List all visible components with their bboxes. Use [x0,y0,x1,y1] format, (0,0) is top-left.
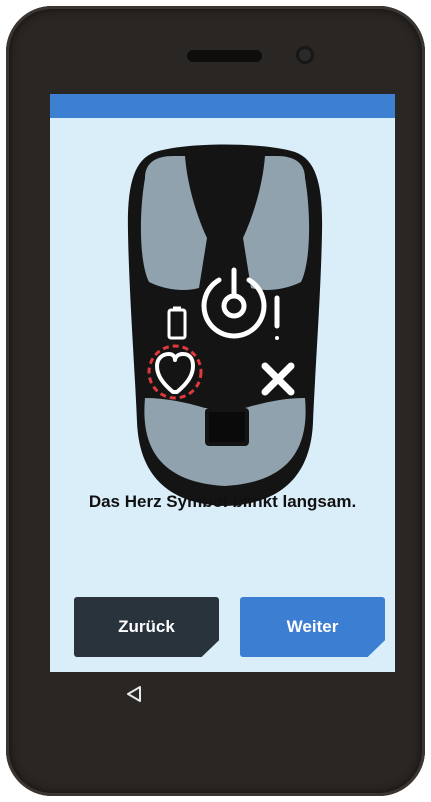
earpiece-speaker [187,50,262,62]
screen: Das Herz Symbol blinkt langsam. Zurück W… [50,94,395,672]
back-triangle-icon[interactable] [124,684,144,704]
status-bar [50,94,395,118]
device-square-button [205,408,249,446]
front-camera [296,46,314,64]
phone-frame: Das Herz Symbol blinkt langsam. Zurück W… [6,6,425,796]
instruction-text: Das Herz Symbol blinkt langsam. [88,492,357,511]
next-button[interactable]: Weiter [240,597,385,657]
back-button[interactable]: Zurück [74,597,219,657]
device-illustration [125,142,325,514]
